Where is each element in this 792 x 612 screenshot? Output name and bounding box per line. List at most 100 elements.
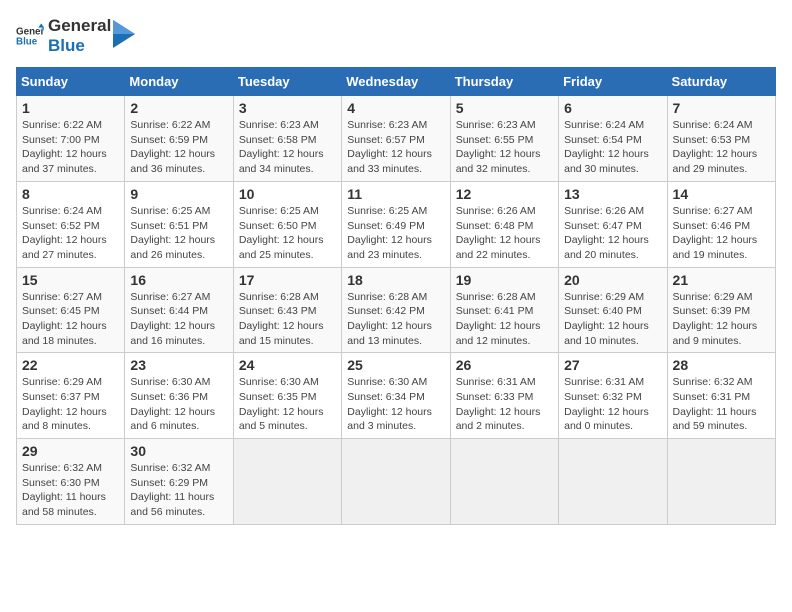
day-info: Sunrise: 6:23 AMSunset: 6:55 PMDaylight:… <box>456 118 553 177</box>
calendar-cell: 10 Sunrise: 6:25 AMSunset: 6:50 PMDayligh… <box>233 181 341 267</box>
calendar-cell: 25 Sunrise: 6:30 AMSunset: 6:34 PMDayligh… <box>342 353 450 439</box>
calendar-cell: 7 Sunrise: 6:24 AMSunset: 6:53 PMDaylight… <box>667 96 775 182</box>
day-number: 13 <box>564 186 661 202</box>
weekday-header-sunday: Sunday <box>17 68 125 96</box>
day-info: Sunrise: 6:22 AMSunset: 6:59 PMDaylight:… <box>130 118 227 177</box>
day-number: 24 <box>239 357 336 373</box>
weekday-header-thursday: Thursday <box>450 68 558 96</box>
day-info: Sunrise: 6:22 AMSunset: 7:00 PMDaylight:… <box>22 118 119 177</box>
day-number: 20 <box>564 272 661 288</box>
day-info: Sunrise: 6:30 AMSunset: 6:36 PMDaylight:… <box>130 375 227 434</box>
page-header: General Blue General Blue <box>16 16 776 55</box>
day-number: 9 <box>130 186 227 202</box>
calendar-cell: 2Sunrise: 6:22 AMSunset: 6:59 PMDaylight… <box>125 96 233 182</box>
calendar-week-row: 8 Sunrise: 6:24 AMSunset: 6:52 PMDaylight… <box>17 181 776 267</box>
day-info: Sunrise: 6:25 AMSunset: 6:50 PMDaylight:… <box>239 204 336 263</box>
logo-general: General <box>48 16 111 36</box>
day-info: Sunrise: 6:24 AMSunset: 6:52 PMDaylight:… <box>22 204 119 263</box>
day-number: 6 <box>564 100 661 116</box>
calendar-cell <box>450 439 558 525</box>
day-info: Sunrise: 6:30 AMSunset: 6:35 PMDaylight:… <box>239 375 336 434</box>
day-info: Sunrise: 6:29 AMSunset: 6:40 PMDaylight:… <box>564 290 661 349</box>
day-number: 21 <box>673 272 770 288</box>
calendar-cell: 23 Sunrise: 6:30 AMSunset: 6:36 PMDayligh… <box>125 353 233 439</box>
day-number: 12 <box>456 186 553 202</box>
day-number: 30 <box>130 443 227 459</box>
day-number: 17 <box>239 272 336 288</box>
day-info: Sunrise: 6:25 AMSunset: 6:51 PMDaylight:… <box>130 204 227 263</box>
calendar-cell: 19 Sunrise: 6:28 AMSunset: 6:41 PMDayligh… <box>450 267 558 353</box>
day-number: 3 <box>239 100 336 116</box>
day-info: Sunrise: 6:23 AMSunset: 6:57 PMDaylight:… <box>347 118 444 177</box>
logo-blue: Blue <box>48 36 111 56</box>
day-number: 25 <box>347 357 444 373</box>
day-number: 14 <box>673 186 770 202</box>
day-number: 26 <box>456 357 553 373</box>
calendar-cell: 1Sunrise: 6:22 AMSunset: 7:00 PMDaylight… <box>17 96 125 182</box>
day-info: Sunrise: 6:32 AMSunset: 6:31 PMDaylight:… <box>673 375 770 434</box>
day-number: 22 <box>22 357 119 373</box>
day-info: Sunrise: 6:24 AMSunset: 6:54 PMDaylight:… <box>564 118 661 177</box>
day-info: Sunrise: 6:28 AMSunset: 6:42 PMDaylight:… <box>347 290 444 349</box>
logo-icon: General Blue <box>16 22 44 50</box>
calendar-cell: 15 Sunrise: 6:27 AMSunset: 6:45 PMDayligh… <box>17 267 125 353</box>
calendar-cell <box>233 439 341 525</box>
calendar-cell <box>559 439 667 525</box>
calendar-cell: 6 Sunrise: 6:24 AMSunset: 6:54 PMDaylight… <box>559 96 667 182</box>
day-info: Sunrise: 6:26 AMSunset: 6:47 PMDaylight:… <box>564 204 661 263</box>
day-number: 28 <box>673 357 770 373</box>
calendar-cell: 11Sunrise: 6:25 AMSunset: 6:49 PMDayligh… <box>342 181 450 267</box>
calendar-table: SundayMondayTuesdayWednesdayThursdayFrid… <box>16 67 776 525</box>
logo-arrow-icon <box>113 20 135 48</box>
day-info: Sunrise: 6:27 AMSunset: 6:45 PMDaylight:… <box>22 290 119 349</box>
day-info: Sunrise: 6:29 AMSunset: 6:39 PMDaylight:… <box>673 290 770 349</box>
calendar-cell: 13 Sunrise: 6:26 AMSunset: 6:47 PMDayligh… <box>559 181 667 267</box>
logo: General Blue General Blue <box>16 16 135 55</box>
calendar-cell: 16Sunrise: 6:27 AMSunset: 6:44 PMDayligh… <box>125 267 233 353</box>
calendar-cell: 17Sunrise: 6:28 AMSunset: 6:43 PMDayligh… <box>233 267 341 353</box>
calendar-cell: 12Sunrise: 6:26 AMSunset: 6:48 PMDayligh… <box>450 181 558 267</box>
day-info: Sunrise: 6:23 AMSunset: 6:58 PMDaylight:… <box>239 118 336 177</box>
calendar-cell: 22 Sunrise: 6:29 AMSunset: 6:37 PMDayligh… <box>17 353 125 439</box>
day-info: Sunrise: 6:27 AMSunset: 6:46 PMDaylight:… <box>673 204 770 263</box>
calendar-cell: 4 Sunrise: 6:23 AMSunset: 6:57 PMDaylight… <box>342 96 450 182</box>
svg-text:Blue: Blue <box>16 36 38 47</box>
calendar-cell: 27 Sunrise: 6:31 AMSunset: 6:32 PMDayligh… <box>559 353 667 439</box>
day-info: Sunrise: 6:29 AMSunset: 6:37 PMDaylight:… <box>22 375 119 434</box>
calendar-week-row: 29 Sunrise: 6:32 AMSunset: 6:30 PMDayligh… <box>17 439 776 525</box>
day-info: Sunrise: 6:31 AMSunset: 6:32 PMDaylight:… <box>564 375 661 434</box>
day-info: Sunrise: 6:28 AMSunset: 6:41 PMDaylight:… <box>456 290 553 349</box>
calendar-cell: 3 Sunrise: 6:23 AMSunset: 6:58 PMDaylight… <box>233 96 341 182</box>
day-number: 29 <box>22 443 119 459</box>
day-info: Sunrise: 6:32 AMSunset: 6:29 PMDaylight:… <box>130 461 227 520</box>
day-number: 27 <box>564 357 661 373</box>
day-number: 4 <box>347 100 444 116</box>
weekday-header-tuesday: Tuesday <box>233 68 341 96</box>
day-info: Sunrise: 6:25 AMSunset: 6:49 PMDaylight:… <box>347 204 444 263</box>
calendar-cell: 14 Sunrise: 6:27 AMSunset: 6:46 PMDayligh… <box>667 181 775 267</box>
calendar-cell: 8 Sunrise: 6:24 AMSunset: 6:52 PMDaylight… <box>17 181 125 267</box>
calendar-week-row: 1Sunrise: 6:22 AMSunset: 7:00 PMDaylight… <box>17 96 776 182</box>
calendar-cell <box>667 439 775 525</box>
weekday-header-saturday: Saturday <box>667 68 775 96</box>
weekday-header-row: SundayMondayTuesdayWednesdayThursdayFrid… <box>17 68 776 96</box>
day-number: 7 <box>673 100 770 116</box>
calendar-cell: 24 Sunrise: 6:30 AMSunset: 6:35 PMDayligh… <box>233 353 341 439</box>
calendar-cell: 5Sunrise: 6:23 AMSunset: 6:55 PMDaylight… <box>450 96 558 182</box>
calendar-cell: 26Sunrise: 6:31 AMSunset: 6:33 PMDayligh… <box>450 353 558 439</box>
day-info: Sunrise: 6:24 AMSunset: 6:53 PMDaylight:… <box>673 118 770 177</box>
calendar-week-row: 22 Sunrise: 6:29 AMSunset: 6:37 PMDayligh… <box>17 353 776 439</box>
weekday-header-wednesday: Wednesday <box>342 68 450 96</box>
day-info: Sunrise: 6:27 AMSunset: 6:44 PMDaylight:… <box>130 290 227 349</box>
day-number: 15 <box>22 272 119 288</box>
calendar-cell: 20 Sunrise: 6:29 AMSunset: 6:40 PMDayligh… <box>559 267 667 353</box>
calendar-week-row: 15 Sunrise: 6:27 AMSunset: 6:45 PMDayligh… <box>17 267 776 353</box>
day-number: 23 <box>130 357 227 373</box>
day-number: 10 <box>239 186 336 202</box>
day-info: Sunrise: 6:32 AMSunset: 6:30 PMDaylight:… <box>22 461 119 520</box>
day-number: 19 <box>456 272 553 288</box>
day-info: Sunrise: 6:30 AMSunset: 6:34 PMDaylight:… <box>347 375 444 434</box>
calendar-cell: 21 Sunrise: 6:29 AMSunset: 6:39 PMDayligh… <box>667 267 775 353</box>
day-number: 8 <box>22 186 119 202</box>
calendar-cell: 30 Sunrise: 6:32 AMSunset: 6:29 PMDayligh… <box>125 439 233 525</box>
